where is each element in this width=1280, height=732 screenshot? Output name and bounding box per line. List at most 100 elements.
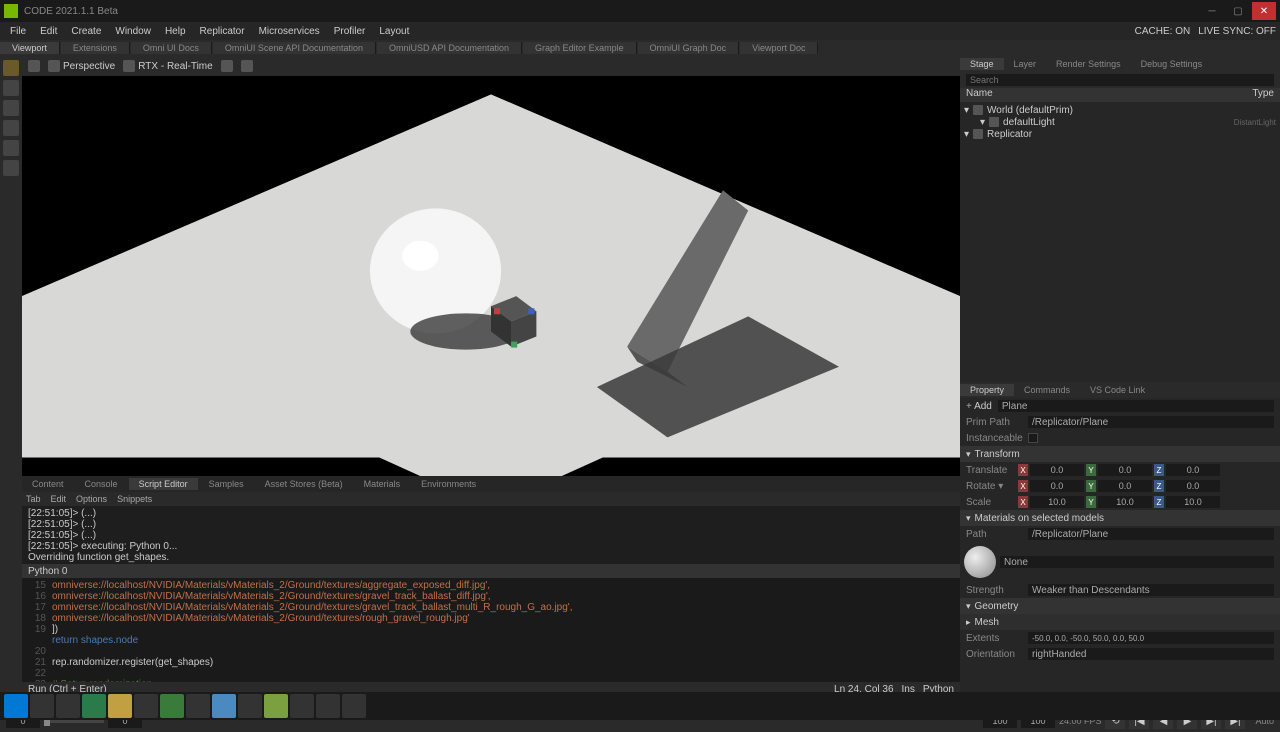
console-snippets[interactable]: Snippets — [117, 494, 152, 504]
col-name: Name — [966, 88, 993, 102]
explorer-icon[interactable] — [108, 694, 132, 718]
doc-tabs: Viewport Extensions Omni UI Docs OmniUI … — [0, 40, 1280, 56]
instanceable-checkbox[interactable] — [1028, 433, 1038, 443]
prim-path: /Replicator/Plane — [1028, 416, 1274, 428]
tree-row[interactable]: ▾World (defaultPrim) — [964, 104, 1276, 116]
cortana-icon[interactable] — [56, 694, 80, 718]
strength-select[interactable]: Weaker than Descendants — [1028, 584, 1274, 596]
gear-icon[interactable] — [28, 60, 40, 72]
select-tool-icon[interactable] — [3, 60, 19, 76]
app-title: CODE 2021.1.1 Beta — [24, 6, 118, 17]
app-icon-2[interactable] — [160, 694, 184, 718]
material-name[interactable]: None — [1000, 556, 1274, 568]
app-icon-5[interactable] — [238, 694, 262, 718]
script-editor[interactable]: 15 omniverse://localhost/NVIDIA/Material… — [22, 578, 960, 682]
prim-name[interactable]: Plane — [998, 400, 1274, 412]
menu-edit[interactable]: Edit — [34, 24, 63, 39]
cache-status[interactable]: CACHE: ON — [1135, 26, 1191, 37]
app-icon-8[interactable] — [316, 694, 340, 718]
eye-icon[interactable] — [221, 60, 233, 72]
display-icon[interactable] — [241, 60, 253, 72]
scale-tool-icon[interactable] — [3, 120, 19, 136]
app-icon-1[interactable] — [134, 694, 158, 718]
tab-asset-stores[interactable]: Asset Stores (Beta) — [255, 478, 353, 490]
app-icon-6[interactable] — [264, 694, 288, 718]
script-tab[interactable]: Python 0 — [22, 564, 960, 578]
right-panel: Stage Layer Render Settings Debug Settin… — [960, 56, 1280, 696]
tab-materials[interactable]: Materials — [354, 478, 411, 490]
console-edit[interactable]: Edit — [51, 494, 67, 504]
settings-icon[interactable] — [342, 694, 366, 718]
tab-debug-settings[interactable]: Debug Settings — [1131, 58, 1213, 70]
tab-samples[interactable]: Samples — [199, 478, 254, 490]
livesync-status[interactable]: LIVE SYNC: OFF — [1198, 26, 1276, 37]
app-icon-4[interactable] — [212, 694, 236, 718]
tab-stage[interactable]: Stage — [960, 58, 1004, 70]
toolstrip — [0, 56, 22, 696]
tab-vscode[interactable]: VS Code Link — [1080, 384, 1155, 396]
stage-search[interactable] — [966, 74, 1274, 86]
tab-render-settings[interactable]: Render Settings — [1046, 58, 1131, 70]
stage-tree[interactable]: ▾World (defaultPrim)▾defaultLightDistant… — [960, 102, 1280, 382]
tab-viewport[interactable]: Viewport — [0, 42, 60, 54]
tree-row[interactable]: ▾defaultLightDistantLight — [964, 116, 1276, 128]
transform-section[interactable]: ▾ Transform — [960, 446, 1280, 462]
instanceable-label: Instanceable — [966, 433, 1022, 444]
strength-label: Strength — [966, 585, 1022, 596]
tab-omniui[interactable]: Omni UI Docs — [131, 42, 212, 54]
tab-environments[interactable]: Environments — [411, 478, 486, 490]
maximize-button[interactable]: ▢ — [1226, 2, 1250, 20]
tab-vp-doc[interactable]: Viewport Doc — [740, 42, 818, 54]
col-type: Type — [1252, 88, 1274, 102]
orientation-select[interactable]: rightHanded — [1028, 648, 1274, 660]
tab-extensions[interactable]: Extensions — [61, 42, 130, 54]
material-preview[interactable] — [964, 546, 996, 578]
console-tab[interactable]: Tab — [26, 494, 41, 504]
app-icon-7[interactable] — [290, 694, 314, 718]
bottom-tabs: Content Console Script Editor Samples As… — [22, 476, 960, 492]
minimize-button[interactable]: ─ — [1200, 2, 1224, 20]
tab-script-editor[interactable]: Script Editor — [129, 478, 198, 490]
edge-icon[interactable] — [82, 694, 106, 718]
close-button[interactable]: ✕ — [1252, 2, 1276, 20]
mesh-section[interactable]: ▸ Mesh — [960, 614, 1280, 630]
tab-usd-api[interactable]: OmniUSD API Documentation — [377, 42, 522, 54]
play-tool-icon[interactable] — [3, 160, 19, 176]
lightbulb-icon — [123, 60, 135, 72]
tab-property[interactable]: Property — [960, 384, 1014, 396]
viewport-toolbar: Perspective RTX - Real-Time — [22, 56, 960, 76]
move-tool-icon[interactable] — [3, 80, 19, 96]
rotate-tool-icon[interactable] — [3, 100, 19, 116]
viewport-3d[interactable] — [22, 76, 960, 476]
console-options[interactable]: Options — [76, 494, 107, 504]
camera-select[interactable]: Perspective — [48, 60, 115, 72]
tab-layer[interactable]: Layer — [1004, 58, 1047, 70]
tab-graph-doc[interactable]: OmniUI Graph Doc — [638, 42, 740, 54]
mat-path-label: Path — [966, 529, 1022, 540]
start-button[interactable] — [4, 694, 28, 718]
tab-scene-api[interactable]: OmniUI Scene API Documentation — [213, 42, 376, 54]
tree-row[interactable]: ▾Replicator — [964, 128, 1276, 140]
menu-layout[interactable]: Layout — [373, 24, 415, 39]
menu-replicator[interactable]: Replicator — [194, 24, 251, 39]
tab-graph-ex[interactable]: Graph Editor Example — [523, 42, 637, 54]
app-icon-3[interactable] — [186, 694, 210, 718]
menu-profiler[interactable]: Profiler — [328, 24, 372, 39]
search-icon[interactable] — [30, 694, 54, 718]
prim-path-label: Prim Path — [966, 417, 1022, 428]
render-mode[interactable]: RTX - Real-Time — [123, 60, 212, 72]
menu-help[interactable]: Help — [159, 24, 192, 39]
materials-section[interactable]: ▾ Materials on selected models — [960, 510, 1280, 526]
tab-content[interactable]: Content — [22, 478, 74, 490]
tab-commands[interactable]: Commands — [1014, 384, 1080, 396]
camera-icon — [48, 60, 60, 72]
menu-file[interactable]: File — [4, 24, 32, 39]
menu-create[interactable]: Create — [65, 24, 107, 39]
menu-microservices[interactable]: Microservices — [253, 24, 326, 39]
add-button[interactable]: + Add — [966, 401, 992, 412]
snap-tool-icon[interactable] — [3, 140, 19, 156]
menu-window[interactable]: Window — [109, 24, 157, 39]
tab-console[interactable]: Console — [75, 478, 128, 490]
geometry-section[interactable]: ▾ Geometry — [960, 598, 1280, 614]
orientation-label: Orientation — [966, 649, 1022, 660]
